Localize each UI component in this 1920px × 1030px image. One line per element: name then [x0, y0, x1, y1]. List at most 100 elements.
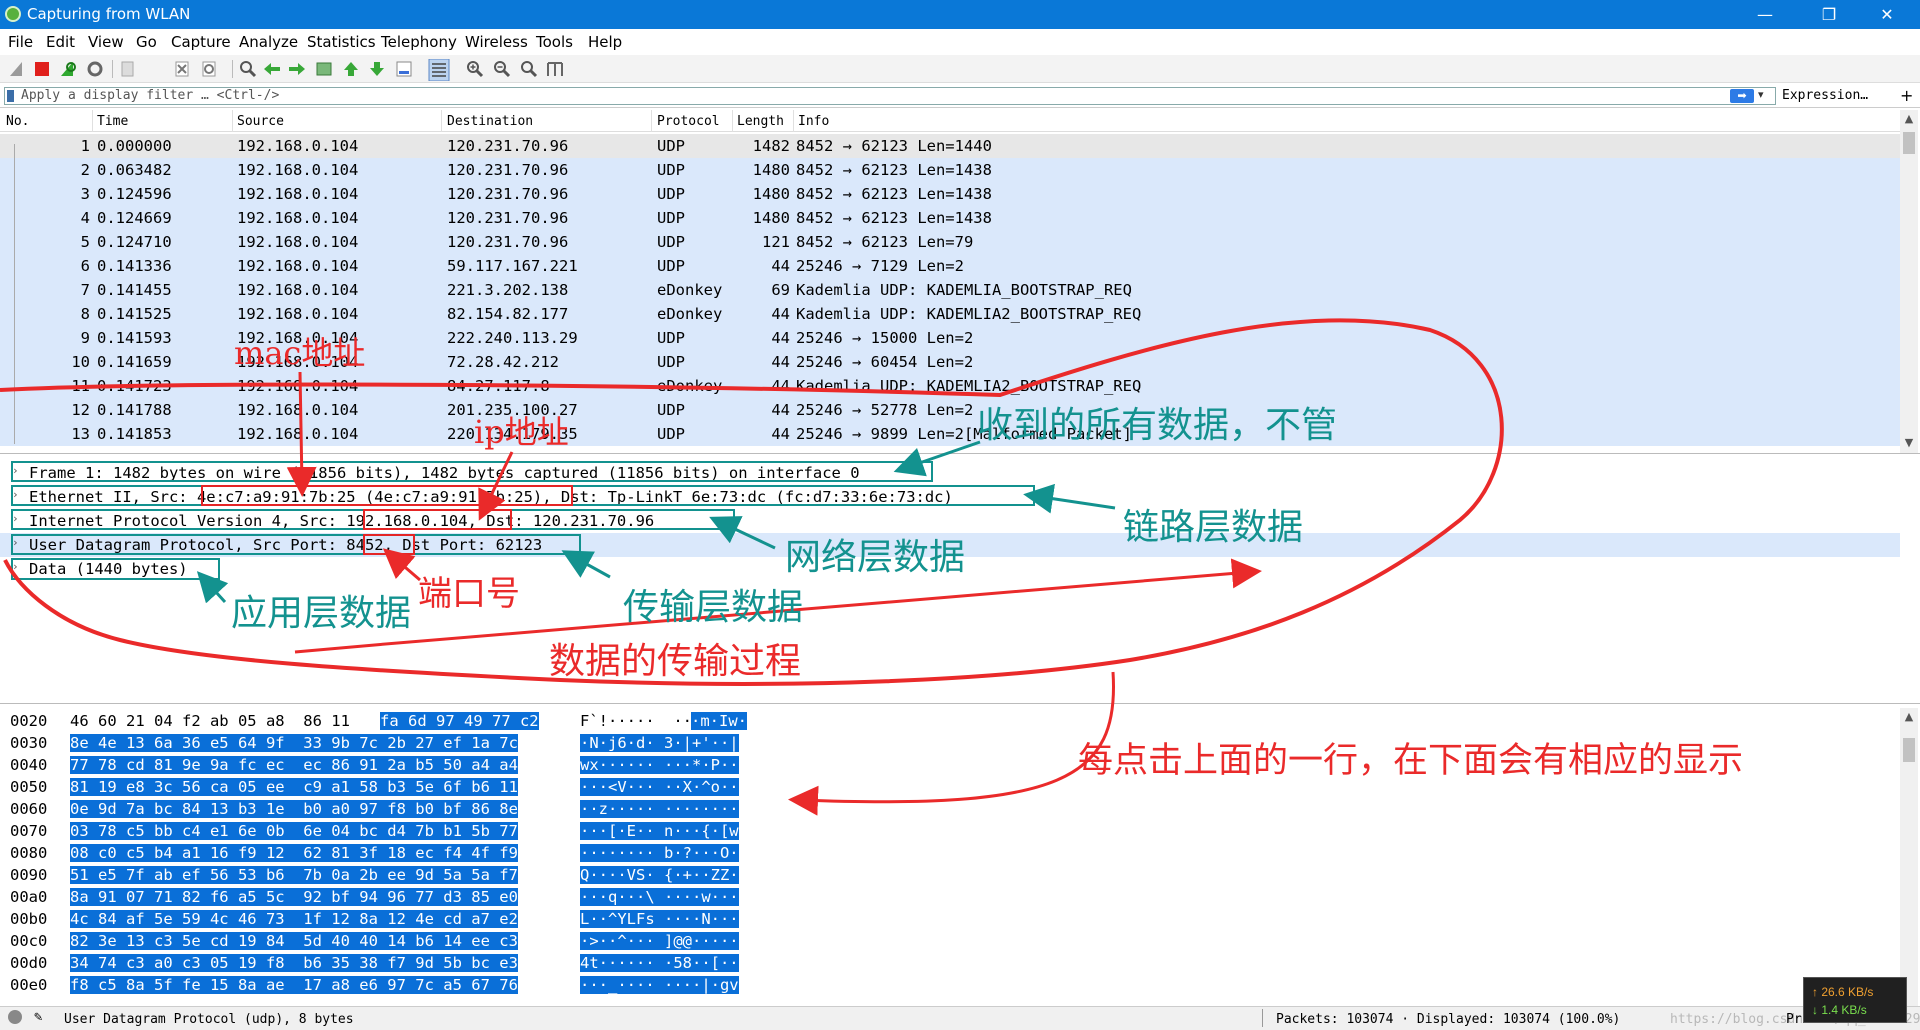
menu-edit[interactable]: Edit — [46, 33, 75, 51]
column-divider[interactable] — [651, 110, 652, 132]
stop-capture-icon[interactable] — [32, 59, 52, 79]
column-divider[interactable] — [793, 110, 794, 132]
minimize-button[interactable]: — — [1738, 0, 1792, 29]
go-first-icon[interactable] — [341, 59, 361, 79]
bytes-ascii-b: ···[·E·· n···{·[w — [580, 822, 739, 840]
bytes-row[interactable]: 0060 0e 9d 7a bc 84 13 b3 1e b0 a0 97 f8 … — [0, 798, 1900, 820]
packet-row[interactable]: 1 0.000000 192.168.0.104 120.231.70.96 UDP 14… — [0, 134, 1900, 158]
zoom-in-icon[interactable] — [465, 59, 485, 79]
apply-filter-arrow-icon[interactable]: ➡ — [1730, 89, 1754, 103]
go-to-packet-icon[interactable] — [314, 59, 334, 79]
scrollbar-thumb[interactable] — [1903, 132, 1915, 154]
chevron-down-icon[interactable]: ▾ — [1758, 88, 1764, 101]
packet-cell-src: 192.168.0.104 — [237, 257, 359, 275]
packet-row[interactable]: 7 0.141455 192.168.0.104 221.3.202.138 eDonk… — [0, 278, 1900, 302]
packet-row[interactable]: 5 0.124710 192.168.0.104 120.231.70.96 UDP 12… — [0, 230, 1900, 254]
bytes-row[interactable]: 00d0 34 74 c3 a0 c3 05 19 f8 b6 35 38 f7 … — [0, 952, 1900, 974]
menu-analyze[interactable]: Analyze — [239, 33, 298, 51]
menu-view[interactable]: View — [88, 33, 124, 51]
main-toolbar — [0, 55, 1920, 83]
bytes-row[interactable]: 00e0 f8 c5 8a 5f fe 15 8a ae 17 a8 e6 97 … — [0, 974, 1900, 996]
packet-cell-src: 192.168.0.104 — [237, 305, 359, 323]
menu-bar: File Edit View Go Capture Analyze Statis… — [0, 29, 1920, 55]
edit-comment-icon[interactable]: ✎ — [34, 1009, 42, 1025]
normal-size-icon[interactable] — [519, 59, 539, 79]
go-back-icon[interactable] — [262, 59, 282, 79]
shark-fin-start-icon[interactable] — [7, 59, 27, 79]
packet-row[interactable]: 11 0.141723 192.168.0.104 84.27.117.8 eDonke… — [0, 374, 1900, 398]
bytes-ascii-b: ···<V··· ··X·^o·· — [580, 778, 739, 796]
packet-row[interactable]: 8 0.141525 192.168.0.104 82.154.82.177 eDonk… — [0, 302, 1900, 326]
capture-options-icon[interactable] — [85, 59, 105, 79]
column-header-info[interactable]: Info — [798, 114, 829, 129]
menu-file[interactable]: File — [8, 33, 33, 51]
go-last-icon[interactable] — [367, 59, 387, 79]
column-header-protocol[interactable]: Protocol — [657, 114, 720, 129]
restart-capture-icon[interactable] — [58, 59, 78, 79]
expression-button[interactable]: Expression… — [1782, 88, 1868, 103]
bytes-row[interactable]: 0090 51 e5 7f ab ef 56 53 b6 7b 0a 2b ee … — [0, 864, 1900, 886]
column-divider[interactable] — [92, 110, 93, 132]
packet-cell-proto: UDP — [657, 353, 685, 371]
menu-wireless[interactable]: Wireless — [465, 33, 528, 51]
packet-row[interactable]: 4 0.124669 192.168.0.104 120.231.70.96 UDP 14… — [0, 206, 1900, 230]
bytes-offset: 00c0 — [10, 932, 48, 950]
packet-cell-len: 121 — [762, 233, 790, 251]
column-header-time[interactable]: Time — [97, 114, 128, 129]
open-file-icon[interactable] — [118, 59, 138, 79]
packet-list-scrollbar[interactable]: ▲ ▼ — [1900, 110, 1918, 453]
bytes-row[interactable]: 0080 08 c0 c5 b4 a1 16 f9 12 62 81 3f 18 … — [0, 842, 1900, 864]
menu-capture[interactable]: Capture — [171, 33, 231, 51]
annotation-app: 应用层数据 — [231, 593, 412, 634]
packet-cell-proto: UDP — [657, 185, 685, 203]
packet-row[interactable]: 3 0.124596 192.168.0.104 120.231.70.96 UDP 14… — [0, 182, 1900, 206]
zoom-out-icon[interactable] — [492, 59, 512, 79]
column-header-length[interactable]: Length — [737, 114, 784, 129]
column-divider[interactable] — [441, 110, 442, 132]
column-divider[interactable] — [232, 110, 233, 132]
reload-file-icon[interactable] — [199, 59, 219, 79]
close-file-icon[interactable] — [172, 59, 192, 79]
menu-help[interactable]: Help — [588, 33, 622, 51]
autoscroll-icon[interactable] — [394, 59, 414, 79]
bytes-row[interactable]: 00a0 8a 91 07 71 82 f6 a5 5c 92 bf 94 96 … — [0, 886, 1900, 908]
packet-row[interactable]: 6 0.141336 192.168.0.104 59.117.167.221 UDP 4… — [0, 254, 1900, 278]
packet-row[interactable]: 2 0.063482 192.168.0.104 120.231.70.96 UDP 14… — [0, 158, 1900, 182]
packet-row[interactable]: 13 0.141853 192.168.0.104 220.134.179.35 UDP… — [0, 422, 1900, 446]
packet-cell-len: 44 — [771, 305, 790, 323]
bytes-row[interactable]: 00c0 82 3e 13 c3 5e cd 19 84 5d 40 40 14 … — [0, 930, 1900, 952]
bytes-row[interactable]: 0070 03 78 c5 bb c4 e1 6e 0b 6e 04 bc d4 … — [0, 820, 1900, 842]
go-forward-icon[interactable] — [287, 59, 307, 79]
packet-row[interactable]: 12 0.141788 192.168.0.104 201.235.100.27 UDP… — [0, 398, 1900, 422]
column-header-source[interactable]: Source — [237, 114, 284, 129]
close-button[interactable]: ✕ — [1860, 0, 1914, 29]
menu-telephony[interactable]: Telephony — [381, 33, 457, 51]
resize-columns-icon[interactable] — [545, 59, 565, 79]
bytes-row[interactable]: 0020 46 60 21 04 f2 ab 05 a8 86 11 fa 6d 9… — [0, 710, 1900, 732]
menu-go[interactable]: Go — [136, 33, 157, 51]
display-filter-input[interactable]: Apply a display filter … <Ctrl-/> — [4, 87, 1776, 105]
scroll-down-icon[interactable]: ▼ — [1900, 436, 1918, 449]
menu-statistics[interactable]: Statistics — [307, 33, 376, 51]
menu-tools[interactable]: Tools — [536, 33, 573, 51]
find-packet-icon[interactable] — [238, 59, 258, 79]
packet-cell-src: 192.168.0.104 — [237, 425, 359, 443]
packet-cell-dst: 82.154.82.177 — [447, 305, 569, 323]
colorize-icon[interactable] — [428, 58, 450, 82]
add-filter-button[interactable]: + — [1900, 86, 1913, 105]
bytes-ascii-b: Q····VS· {·+··ZZ· — [580, 866, 739, 884]
column-header-destination[interactable]: Destination — [447, 114, 533, 129]
scrollbar-thumb[interactable] — [1903, 738, 1915, 762]
restore-button[interactable]: ❐ — [1802, 0, 1856, 29]
bytes-scrollbar[interactable]: ▲ — [1900, 708, 1918, 1006]
status-profile[interactable]: Pr — [1786, 1012, 1802, 1027]
column-divider[interactable] — [732, 110, 733, 132]
expert-info-icon[interactable] — [8, 1010, 22, 1024]
scroll-up-icon[interactable]: ▲ — [1900, 112, 1918, 125]
column-header-no[interactable]: No. — [6, 114, 29, 129]
bytes-row[interactable]: 00b0 4c 84 af 5e 59 4c 46 73 1f 12 8a 12 … — [0, 908, 1900, 930]
scroll-up-icon[interactable]: ▲ — [1900, 710, 1918, 723]
bytes-offset: 0090 — [10, 866, 48, 884]
status-bar: ✎ User Datagram Protocol (udp), 8 bytes … — [0, 1006, 1920, 1030]
bookmark-icon[interactable] — [7, 90, 14, 102]
